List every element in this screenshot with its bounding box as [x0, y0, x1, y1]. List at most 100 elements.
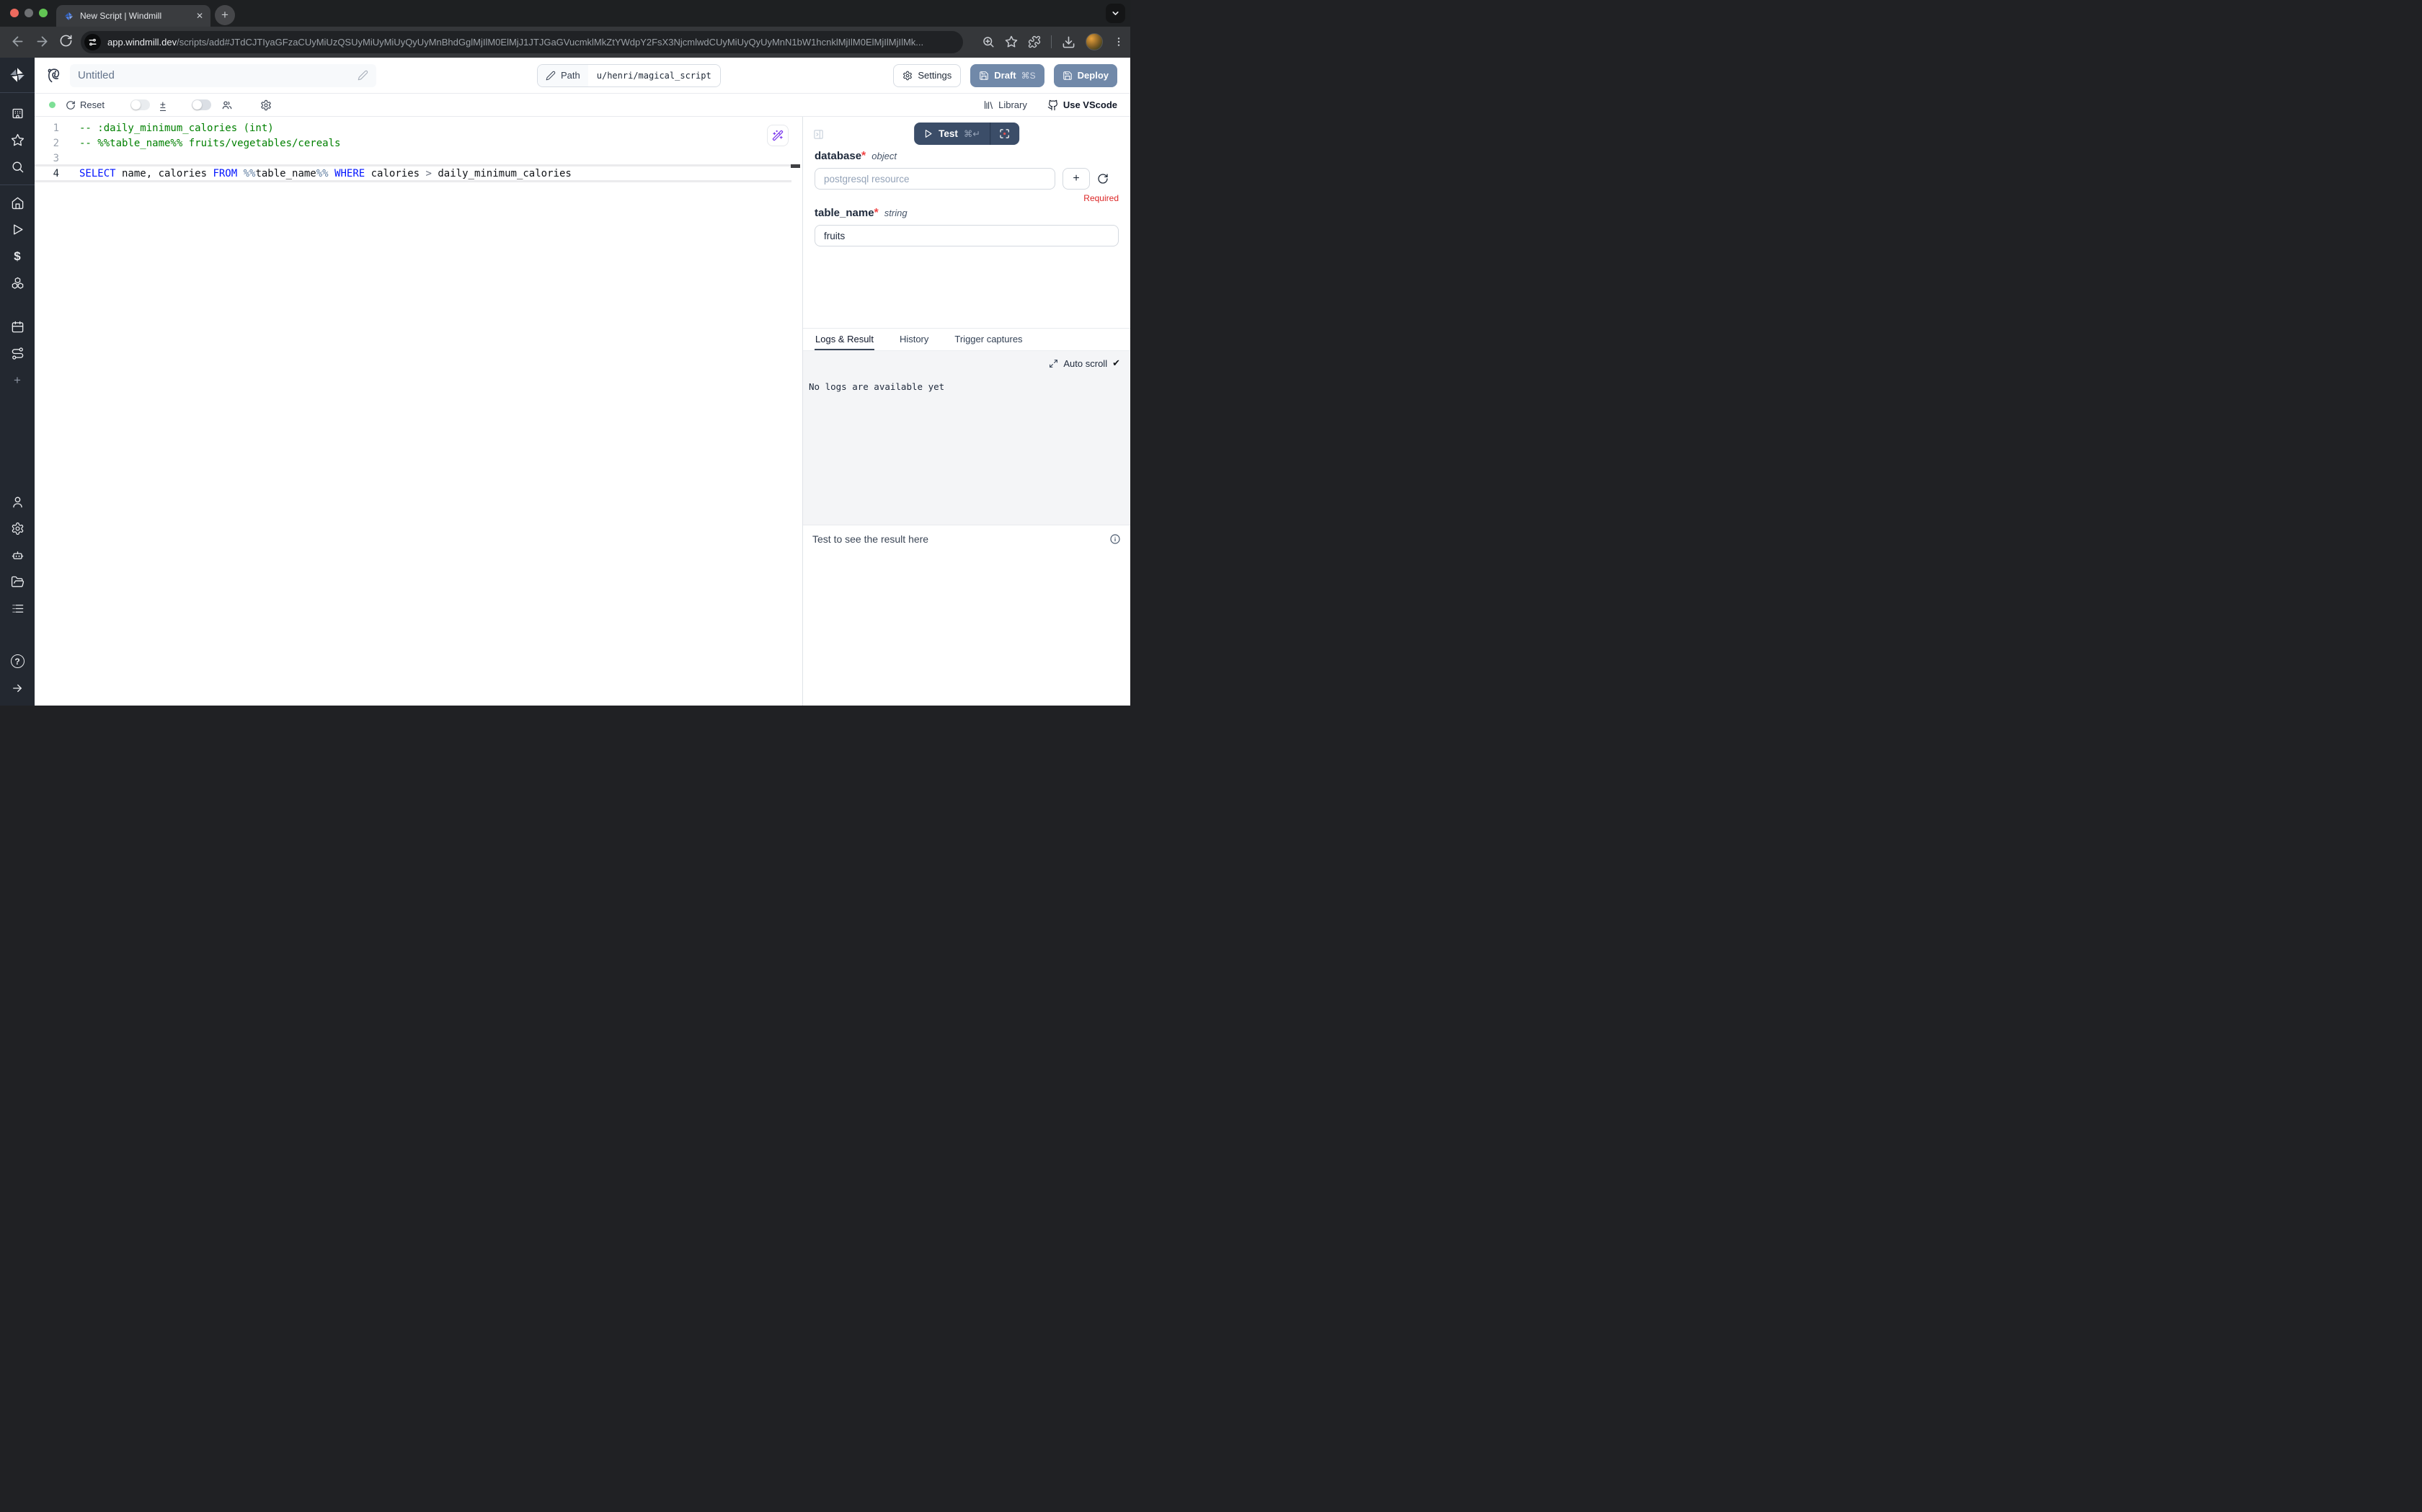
library-icon — [983, 99, 994, 110]
library-label: Library — [998, 99, 1027, 110]
sidebar-item-home[interactable] — [0, 190, 35, 216]
tab-history[interactable]: History — [899, 329, 929, 350]
table-name-field-type: string — [884, 208, 908, 218]
sidebar-item-schedules[interactable] — [0, 313, 35, 340]
tab-logs-result[interactable]: Logs & Result — [815, 329, 874, 350]
sidebar-item-resources[interactable] — [0, 270, 35, 296]
result-pane: Test to see the result here — [803, 525, 1130, 706]
panel-tabs: Logs & Result History Trigger captures — [803, 328, 1130, 351]
windmill-app: $ + — [0, 58, 1130, 706]
profile-avatar[interactable] — [1086, 33, 1103, 50]
page-zoom-icon[interactable] — [982, 35, 995, 48]
database-field-type: object — [871, 151, 897, 161]
tab-trigger-captures[interactable]: Trigger captures — [954, 329, 1023, 350]
result-placeholder-text: Test to see the result here — [812, 533, 928, 545]
collapse-panel-icon[interactable] — [813, 129, 824, 140]
tab-search-chevron-icon[interactable] — [1106, 4, 1125, 23]
sidebar-item-variables[interactable]: $ — [0, 243, 35, 270]
database-resource-input[interactable] — [815, 168, 1055, 190]
deploy-label: Deploy — [1078, 70, 1109, 81]
code-editor[interactable]: 1 2 3 4 -- :daily_minimum_calories (int)… — [35, 117, 802, 706]
minimize-window-button[interactable] — [25, 9, 33, 17]
refresh-resources-icon[interactable] — [1097, 173, 1109, 184]
bookmark-star-icon[interactable] — [1005, 35, 1018, 48]
code-line-2: -- %%table_name%% fruits/vegetables/cere… — [79, 136, 340, 151]
postgresql-icon — [45, 66, 63, 84]
gear-icon — [902, 71, 913, 81]
play-icon — [923, 129, 933, 138]
path-button[interactable]: Path u/henri/magical_script — [537, 64, 721, 87]
database-field-label-row: database* object — [815, 150, 1119, 163]
sidebar-item-audit-logs[interactable] — [0, 595, 35, 622]
windmill-logo-icon[interactable] — [0, 58, 35, 92]
url-text: app.windmill.dev/scripts/add#JTdCJTIyaGF… — [107, 37, 923, 48]
sidebar-item-workspace[interactable] — [0, 100, 35, 127]
test-button[interactable]: Test ⌘↵ — [914, 123, 990, 145]
panel-top-row: Test ⌘↵ — [803, 117, 1130, 148]
edit-path-pencil-icon — [546, 71, 556, 81]
capture-run-button[interactable] — [990, 123, 1019, 145]
scrollbar-cursor-mark — [791, 164, 800, 168]
auto-scroll-label: Auto scroll — [1063, 358, 1107, 369]
tab-title: New Script | Windmill — [80, 11, 190, 21]
downloads-icon[interactable] — [1062, 35, 1075, 49]
draft-shortcut: ⌘S — [1021, 71, 1036, 81]
tab-close-icon[interactable]: ✕ — [196, 11, 203, 21]
deploy-button[interactable]: Deploy — [1054, 64, 1117, 87]
sidebar-item-help[interactable]: ? — [0, 648, 35, 675]
sidebar-item-folders[interactable] — [0, 569, 35, 595]
close-window-button[interactable] — [10, 9, 19, 17]
required-asterisk: * — [861, 150, 866, 162]
add-resource-button[interactable]: + — [1063, 168, 1090, 190]
dollar-icon: $ — [14, 249, 20, 264]
editor-settings-gear-icon[interactable] — [260, 99, 272, 111]
reset-label: Reset — [80, 99, 105, 110]
database-field-name: database — [815, 150, 861, 162]
sidebar-item-routes[interactable] — [0, 340, 35, 367]
required-hint: Required — [815, 193, 1119, 203]
use-vscode-button[interactable]: Use VScode — [1047, 99, 1117, 111]
address-bar[interactable]: app.windmill.dev/scripts/add#JTdCJTIyaGF… — [81, 31, 963, 53]
site-settings-icon[interactable] — [84, 34, 101, 50]
sidebar-expand-arrow-icon[interactable] — [0, 675, 35, 701]
line-number: 1 — [35, 121, 59, 136]
extensions-puzzle-icon[interactable] — [1028, 35, 1041, 48]
browser-tab[interactable]: New Script | Windmill ✕ — [56, 5, 210, 27]
script-title-input[interactable] — [78, 69, 358, 81]
ready-status-dot — [49, 102, 56, 108]
path-value: u/henri/magical_script — [588, 65, 720, 86]
reload-icon[interactable] — [59, 34, 73, 48]
ai-assistant-button[interactable] — [767, 125, 789, 146]
editor-toolbar: Reset ± Library — [35, 94, 1130, 117]
table-name-input[interactable] — [815, 225, 1119, 246]
sidebar-item-runs[interactable] — [0, 216, 35, 243]
back-icon[interactable] — [10, 34, 25, 49]
sidebar-item-search[interactable] — [0, 154, 35, 180]
sidebar-item-add[interactable]: + — [0, 367, 35, 393]
info-icon[interactable] — [1109, 533, 1121, 545]
forward-icon[interactable] — [35, 34, 50, 49]
traffic-lights — [10, 9, 48, 17]
sidebar-item-favorites[interactable] — [0, 127, 35, 154]
expand-icon[interactable] — [1049, 359, 1058, 368]
auto-scroll-control[interactable]: Auto scroll ✔ — [1049, 357, 1120, 369]
reset-button[interactable]: Reset — [66, 99, 105, 110]
sidebar-item-workers[interactable] — [0, 542, 35, 569]
browser-chrome: New Script | Windmill ✕ + app.win — [0, 0, 1130, 58]
browser-menu-icon[interactable] — [1113, 36, 1124, 48]
edit-title-pencil-icon[interactable] — [358, 70, 368, 81]
test-label: Test — [939, 128, 958, 139]
sidebar-divider — [0, 92, 35, 93]
workarea: 1 2 3 4 -- :daily_minimum_calories (int)… — [35, 117, 1130, 706]
script-title-box[interactable] — [70, 64, 376, 87]
draft-button[interactable]: Draft ⌘S — [970, 64, 1044, 87]
multiplayer-toggle[interactable] — [192, 99, 211, 110]
library-button[interactable]: Library — [983, 99, 1027, 110]
diff-toggle[interactable] — [130, 99, 150, 110]
sidebar-item-settings[interactable] — [0, 515, 35, 542]
toolbar-divider — [1051, 35, 1052, 48]
new-tab-button[interactable]: + — [215, 5, 235, 25]
settings-button[interactable]: Settings — [893, 64, 961, 87]
zoom-window-button[interactable] — [39, 9, 48, 17]
sidebar-item-account[interactable] — [0, 489, 35, 515]
